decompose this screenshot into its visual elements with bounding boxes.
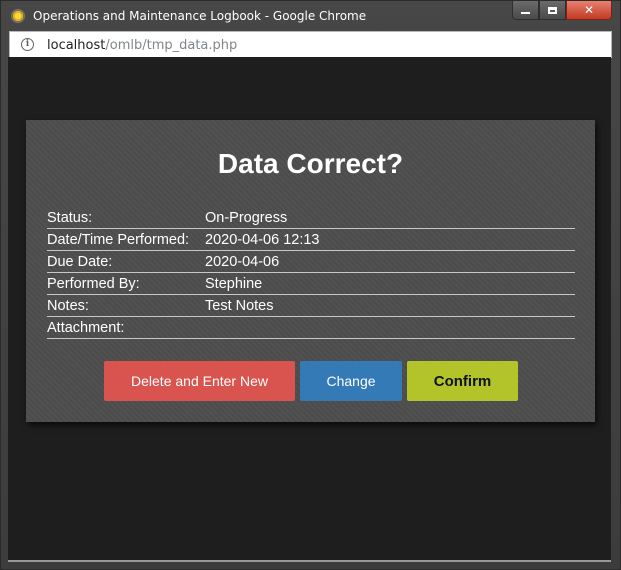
close-icon: ✕ [583, 3, 595, 17]
address-bar[interactable]: i localhost/omlb/tmp_data.php [9, 31, 612, 58]
url-text[interactable]: localhost/omlb/tmp_data.php [47, 38, 237, 53]
detail-label: Status: [47, 209, 93, 226]
detail-label: Due Date: [47, 253, 113, 270]
minimize-button[interactable] [512, 1, 539, 20]
delete-and-enter-new-button[interactable]: Delete and Enter New [104, 361, 295, 401]
detail-row-attachment: Attachment: [47, 317, 575, 339]
url-path: /omlb/tmp_data.php [105, 38, 238, 53]
title-bar: Operations and Maintenance Logbook - Goo… [1, 1, 620, 31]
detail-row-due-date: Due Date: 2020-04-06 [47, 251, 575, 273]
url-host: localhost [47, 38, 106, 53]
detail-label: Notes: [47, 297, 89, 314]
close-button[interactable]: ✕ [566, 1, 612, 20]
maximize-icon [548, 6, 557, 14]
window-controls: ✕ [512, 1, 612, 21]
detail-value: Test Notes [205, 297, 274, 314]
detail-value: On-Progress [205, 209, 288, 226]
detail-row-performed-by: Performed By: Stephine [47, 273, 575, 295]
app-icon [11, 9, 25, 23]
detail-value: 2020-04-06 [205, 253, 280, 270]
change-button[interactable]: Change [300, 361, 402, 401]
detail-row-status: Status: On-Progress [47, 207, 575, 229]
info-icon[interactable]: i [21, 38, 34, 51]
detail-row-notes: Notes: Test Notes [47, 295, 575, 317]
detail-label: Date/Time Performed: [47, 231, 190, 248]
detail-row-date-time-performed: Date/Time Performed: 2020-04-06 12:13 [47, 229, 575, 251]
detail-value: 2020-04-06 12:13 [205, 231, 320, 248]
details-table: Status: On-Progress Date/Time Performed:… [47, 207, 575, 339]
window-title: Operations and Maintenance Logbook - Goo… [33, 9, 367, 23]
detail-label: Attachment: [47, 319, 125, 336]
dialog-actions: Delete and Enter New Change Confirm [104, 361, 523, 401]
maximize-button[interactable] [539, 1, 566, 20]
dialog-title: Data Correct? [217, 148, 404, 179]
window-bottom-edge [8, 560, 611, 562]
confirm-button[interactable]: Confirm [407, 361, 518, 401]
page-content: Data Correct? Status: On-Progress Date/T… [8, 57, 611, 560]
detail-value: Stephine [205, 275, 263, 292]
confirm-dialog: Data Correct? Status: On-Progress Date/T… [26, 120, 595, 422]
minimize-icon [521, 11, 530, 14]
detail-label: Performed By: [47, 275, 140, 292]
